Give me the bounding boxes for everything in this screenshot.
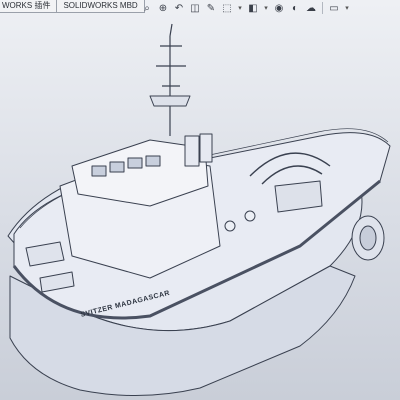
toolbar-divider <box>322 2 323 14</box>
tugboat-model[interactable] <box>0 16 400 400</box>
radar <box>149 95 191 107</box>
hide-show-items-icon[interactable]: ◉ <box>272 1 286 15</box>
section-view-icon[interactable]: ◫ <box>188 1 202 15</box>
chevron-down-icon[interactable]: ▾ <box>236 1 244 15</box>
command-manager-tabs: WORKS 插件 SOLIDWORKS MBD <box>0 0 145 13</box>
dynamic-annotation-icon[interactable]: ✎ <box>204 1 218 15</box>
mast <box>156 23 186 136</box>
zoom-to-fit-icon[interactable]: ⌕ <box>140 1 154 15</box>
apply-scene-icon[interactable]: ☁ <box>304 1 318 15</box>
lifebuoy <box>224 220 236 232</box>
chevron-down-icon[interactable]: ▾ <box>343 1 351 15</box>
funnel-starboard <box>199 133 213 163</box>
lifebuoy <box>244 210 256 222</box>
previous-view-icon[interactable]: ↶ <box>172 1 186 15</box>
tab-solidworks-mbd[interactable]: SOLIDWORKS MBD <box>57 0 145 12</box>
edit-appearance-icon[interactable]: ◐ <box>288 1 302 15</box>
view-settings-icon[interactable]: ▭ <box>327 1 341 15</box>
funnel-port <box>184 135 200 167</box>
graphics-area[interactable] <box>0 16 400 400</box>
tab-plugins[interactable]: WORKS 插件 <box>0 0 58 12</box>
display-style-icon[interactable]: ◧ <box>246 1 260 15</box>
heads-up-view-toolbar: ⌕ ⊕ ↶ ◫ ✎ ⬚ ▾ ◧ ▾ ◉ ◐ ☁ ▭ ▾ <box>140 1 351 15</box>
aft-deck-winch <box>274 180 323 213</box>
zoom-to-area-icon[interactable]: ⊕ <box>156 1 170 15</box>
chevron-down-icon[interactable]: ▾ <box>262 1 270 15</box>
view-orientation-icon[interactable]: ⬚ <box>220 1 234 15</box>
